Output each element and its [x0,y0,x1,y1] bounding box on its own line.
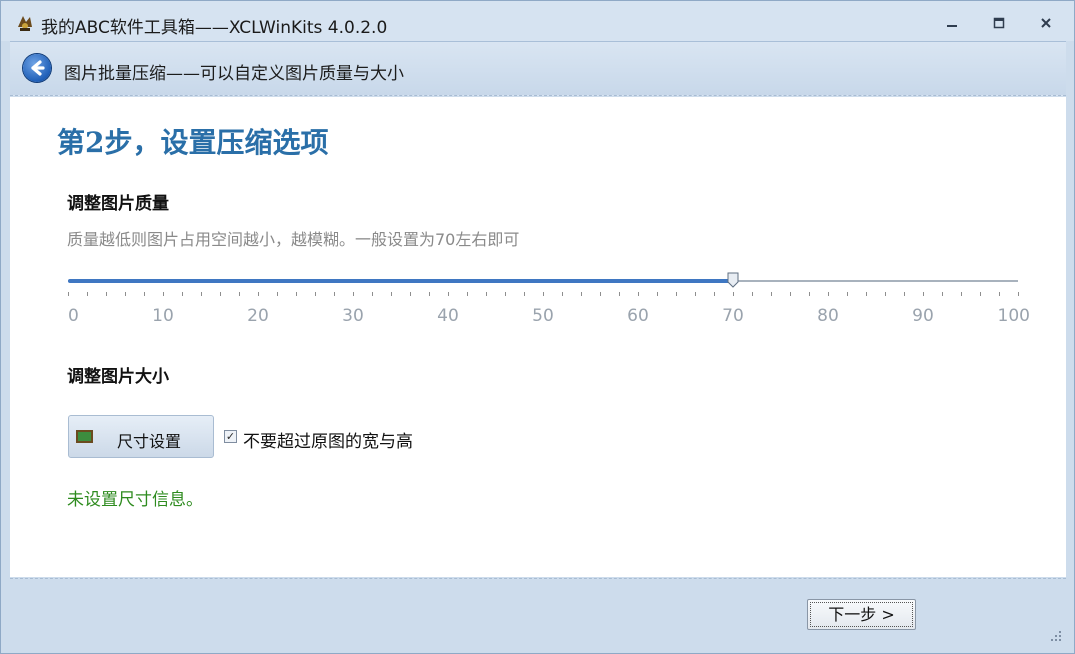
slider-tick [676,292,677,296]
slider-tick [904,292,905,296]
slider-tick-label: 20 [247,306,269,326]
minimize-icon [947,25,957,27]
slider-tick [923,292,924,296]
size-status-message: 未设置尺寸信息。 [67,490,203,510]
slider-tick-label: 30 [342,306,364,326]
slider-tick [87,292,88,296]
slider-tick [733,292,734,296]
size-section-label: 调整图片大小 [67,367,169,387]
slider-tick [866,292,867,296]
slider-tick-label: 60 [627,306,649,326]
size-settings-button[interactable]: 尺寸设置 [68,415,214,458]
step-title: 第2步，设置压缩选项 [57,126,329,159]
slider-tick-label: 100 [997,306,1030,326]
main-content: 第2步，设置压缩选项 调整图片质量 质量越低则图片占用空间越小，越模糊。一般设置… [10,97,1066,577]
keep-original-checkbox-label[interactable]: 不要超过原图的宽与高 [243,427,413,452]
slider-tick [353,292,354,296]
footer-bar: 下一步 > [10,578,1066,646]
slider-fill [68,279,733,283]
slider-tick-label: 0 [68,306,79,326]
slider-tick [847,292,848,296]
slider-tick [258,292,259,296]
slider-tick [68,292,69,296]
slider-tick [467,292,468,296]
back-button[interactable] [23,54,51,82]
slider-tick [163,292,164,296]
slider-tick [600,292,601,296]
quality-slider[interactable]: 0 10 20 30 40 50 60 70 80 90 100 [68,269,1030,339]
slider-tick [828,292,829,296]
window-title: 我的ABC软件工具箱——XCLWinKits 4.0.2.0 [41,18,388,38]
slider-thumb[interactable] [727,272,739,288]
minimize-button[interactable] [937,11,967,35]
maximize-button[interactable] [984,11,1014,35]
quality-hint: 质量越低则图片占用空间越小，越模糊。一般设置为70左右即可 [67,230,520,249]
slider-tick [790,292,791,296]
slider-tick-label: 10 [152,306,174,326]
slider-tick [201,292,202,296]
slider-tick [486,292,487,296]
slider-tick [391,292,392,296]
keep-original-checkbox[interactable]: ✓ [224,430,237,443]
back-arrow-icon [31,60,45,76]
slider-tick [980,292,981,296]
slider-tick [619,292,620,296]
slider-tick [334,292,335,296]
slider-tick [410,292,411,296]
slider-tick [771,292,772,296]
slider-tick [752,292,753,296]
slider-tick [543,292,544,296]
slider-tick-label: 90 [912,306,934,326]
slider-tick [638,292,639,296]
slider-tick [961,292,962,296]
slider-tick [942,292,943,296]
title-bar[interactable]: 我的ABC软件工具箱——XCLWinKits 4.0.2.0 [1,1,1074,41]
close-icon [1041,18,1051,28]
slider-tick [296,292,297,296]
slider-tick-label: 80 [817,306,839,326]
checkmark-icon: ✓ [225,430,236,443]
next-step-button[interactable]: 下一步 > [807,599,916,630]
slider-tick [657,292,658,296]
slider-tick [581,292,582,296]
app-window: 我的ABC软件工具箱——XCLWinKits 4.0.2.0 图片批量压缩——可… [0,0,1075,654]
slider-tick [220,292,221,296]
quality-section-label: 调整图片质量 [67,194,169,214]
slider-tick [182,292,183,296]
page-header: 图片批量压缩——可以自定义图片质量与大小 [10,41,1066,96]
maximize-icon [993,17,1005,29]
slider-tick [562,292,563,296]
slider-tick [714,292,715,296]
slider-tick [277,292,278,296]
slider-tick [448,292,449,296]
page-subtitle: 图片批量压缩——可以自定义图片质量与大小 [64,64,404,84]
slider-tick-label: 50 [532,306,554,326]
slider-tick [239,292,240,296]
slider-tick-label: 70 [722,306,744,326]
slider-tick [144,292,145,296]
app-icon [18,16,32,31]
slider-tick [809,292,810,296]
image-icon [76,430,93,443]
slider-tick [106,292,107,296]
size-settings-label: 尺寸设置 [117,432,182,451]
slider-tick [125,292,126,296]
slider-tick-label: 40 [437,306,459,326]
slider-tick [695,292,696,296]
resize-grip-icon[interactable] [1050,630,1062,642]
slider-tick [372,292,373,296]
slider-tick [505,292,506,296]
slider-tick [999,292,1000,296]
slider-tick [524,292,525,296]
slider-tick [429,292,430,296]
slider-ticks [68,292,1019,298]
slider-tick [1018,292,1019,296]
close-button[interactable] [1031,11,1061,35]
slider-tick [315,292,316,296]
slider-tick [885,292,886,296]
